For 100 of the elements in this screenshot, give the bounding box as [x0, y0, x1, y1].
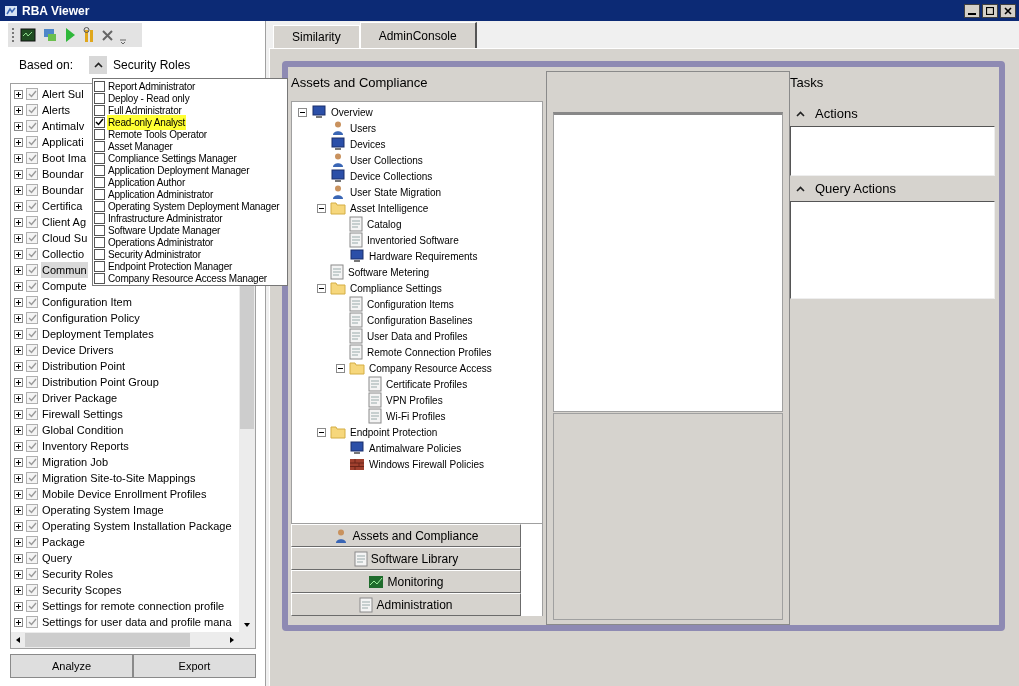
checkbox[interactable] — [26, 472, 38, 484]
expand-toggle[interactable] — [14, 569, 23, 579]
permission-item[interactable]: Compute — [41, 277, 88, 295]
scroll-thumb[interactable] — [25, 633, 190, 647]
permission-item[interactable]: Operating System Image — [41, 501, 165, 519]
permission-item[interactable]: Commun — [41, 261, 88, 279]
checkbox[interactable] — [94, 236, 105, 248]
checkbox[interactable] — [26, 456, 38, 468]
tree-item[interactable]: Compliance Settings — [350, 280, 442, 296]
expand-toggle[interactable] — [14, 489, 23, 499]
collapse-toggle[interactable] — [317, 427, 326, 437]
permission-item[interactable]: Boot Ima — [41, 149, 88, 167]
expand-toggle[interactable] — [14, 505, 23, 515]
expand-toggle[interactable] — [14, 121, 23, 131]
permission-item[interactable]: Cloud Su — [41, 229, 89, 247]
expand-toggle[interactable] — [14, 441, 23, 451]
checkbox[interactable] — [26, 184, 38, 196]
checkbox[interactable] — [26, 584, 38, 596]
checkbox[interactable] — [94, 260, 105, 272]
expand-toggle[interactable] — [14, 313, 23, 323]
expand-toggle[interactable] — [14, 617, 23, 627]
checkbox[interactable] — [94, 104, 105, 116]
tab[interactable]: Similarity — [273, 25, 360, 48]
checkbox[interactable] — [26, 408, 38, 420]
permission-item[interactable]: Applicati — [41, 133, 85, 151]
collapse-toggle[interactable] — [317, 203, 326, 213]
checkbox[interactable] — [94, 224, 105, 236]
tree-item[interactable]: Users — [350, 120, 377, 136]
checkbox[interactable] — [26, 440, 38, 452]
permission-item[interactable]: Configuration Policy — [41, 309, 141, 327]
close-button[interactable] — [1000, 3, 1016, 18]
workspace-button[interactable]: Software Library — [291, 547, 521, 570]
tree-item[interactable]: Devices — [350, 136, 386, 152]
section-header[interactable]: Actions — [790, 101, 995, 126]
permission-item[interactable]: Collectio — [41, 245, 86, 263]
permission-item[interactable]: Query — [41, 549, 73, 567]
permission-item[interactable]: Device Drivers — [41, 341, 115, 359]
tree-item[interactable]: Configuration Baselines — [367, 312, 473, 328]
permission-item[interactable]: Client Ag — [41, 213, 88, 231]
expand-toggle[interactable] — [14, 393, 23, 403]
tree-item[interactable]: Remote Connection Profiles — [367, 344, 492, 360]
permission-item[interactable]: Migration Site-to-Site Mappings — [41, 469, 197, 487]
expand-toggle[interactable] — [14, 601, 23, 611]
checkbox[interactable] — [94, 164, 105, 176]
section-header[interactable]: Query Actions — [790, 176, 995, 201]
expand-toggle[interactable] — [14, 265, 23, 275]
tree-item[interactable]: Company Resource Access — [369, 360, 492, 376]
expand-toggle[interactable] — [14, 217, 23, 227]
expand-toggle[interactable] — [14, 329, 23, 339]
permission-item[interactable]: Inventory Reports — [41, 437, 130, 455]
expand-toggle[interactable] — [14, 345, 23, 355]
tree-item[interactable]: Hardware Requirements — [369, 248, 478, 264]
checkbox[interactable] — [94, 116, 105, 128]
checkbox[interactable] — [26, 136, 38, 148]
checkbox[interactable] — [26, 152, 38, 164]
checkbox[interactable] — [26, 568, 38, 580]
permission-item[interactable]: Security Roles — [41, 565, 114, 583]
action-button[interactable]: Export — [133, 654, 256, 678]
tree-item[interactable]: User State Migration — [350, 184, 442, 200]
tree-item[interactable]: User Collections — [350, 152, 423, 168]
checkbox[interactable] — [26, 376, 38, 388]
tree-item[interactable]: Configuration Items — [367, 296, 454, 312]
checkbox[interactable] — [94, 212, 105, 224]
expand-toggle[interactable] — [14, 249, 23, 259]
checkbox[interactable] — [94, 176, 105, 188]
checkbox[interactable] — [94, 152, 105, 164]
checkbox[interactable] — [26, 600, 38, 612]
dropdown-toggle[interactable] — [89, 56, 107, 74]
checkbox[interactable] — [26, 616, 38, 628]
expand-toggle[interactable] — [14, 361, 23, 371]
expand-toggle[interactable] — [14, 201, 23, 211]
expand-toggle[interactable] — [14, 233, 23, 243]
tree-item[interactable]: User Data and Profiles — [367, 328, 468, 344]
workspace-button[interactable]: Monitoring — [291, 570, 521, 593]
collapse-toggle[interactable] — [298, 107, 307, 117]
tree-item[interactable]: Endpoint Protection — [350, 424, 438, 440]
expand-toggle[interactable] — [14, 425, 23, 435]
minimize-button[interactable] — [964, 3, 980, 18]
permission-item[interactable]: Settings for remote connection profile — [41, 597, 226, 615]
expand-toggle[interactable] — [14, 457, 23, 467]
checkbox[interactable] — [94, 128, 105, 140]
network-tool[interactable] — [42, 27, 58, 43]
expand-toggle[interactable] — [14, 105, 23, 115]
tree-item[interactable]: Asset Intelligence — [350, 200, 429, 216]
workspace-button[interactable]: Assets and Compliance — [291, 524, 521, 547]
expand-toggle[interactable] — [14, 169, 23, 179]
checkbox[interactable] — [94, 140, 105, 152]
horizontal-scrollbar[interactable] — [11, 632, 255, 648]
checkbox[interactable] — [26, 312, 38, 324]
delete-tool[interactable] — [102, 29, 113, 41]
checkbox[interactable] — [94, 80, 105, 92]
expand-toggle[interactable] — [14, 585, 23, 595]
role-option[interactable]: Read-only Analyst — [107, 114, 187, 130]
permission-item[interactable]: Operating System Installation Package — [41, 517, 233, 535]
checkbox[interactable] — [26, 536, 38, 548]
action-button[interactable]: Analyze — [10, 654, 133, 678]
checkbox[interactable] — [26, 488, 38, 500]
expand-toggle[interactable] — [14, 89, 23, 99]
expand-toggle[interactable] — [14, 553, 23, 563]
tree-item[interactable]: Certificate Profiles — [386, 376, 468, 392]
